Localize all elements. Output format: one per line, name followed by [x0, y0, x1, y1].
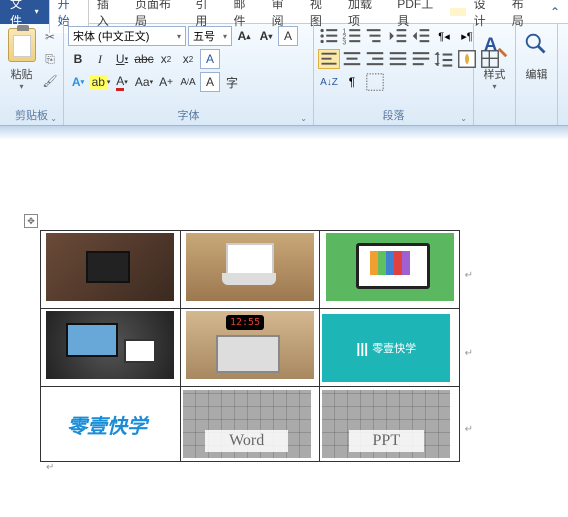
svg-text:3: 3	[342, 39, 346, 46]
font-name-select[interactable]: 宋体 (中文正文)▾	[68, 26, 186, 46]
underline-button[interactable]: U▾	[112, 49, 132, 69]
snap-grid-button[interactable]	[364, 72, 386, 92]
cell-keyboard-word[interactable]: Word	[183, 390, 311, 458]
align-right-button[interactable]	[364, 49, 386, 69]
svg-text:A: A	[483, 34, 497, 55]
group-styles: A 样式 ▾ .	[474, 24, 516, 125]
ribbon: 粘贴 ▾ ✂ ⎘ 🖌 剪贴板 宋体 (中文正文)▾ 五号▾ A▴ A▾ A B …	[0, 24, 568, 126]
paragraph-mark: ↵	[46, 462, 568, 473]
tab-file[interactable]: 文件 ▾	[0, 0, 49, 24]
align-center-button[interactable]	[341, 49, 363, 69]
group-label-paragraph: 段落	[318, 105, 469, 125]
shrink-font-button[interactable]: A▾	[256, 26, 276, 46]
copy-button[interactable]: ⎘	[41, 50, 59, 68]
table-row[interactable]: 零壹快学↵	[41, 309, 460, 387]
context-tab-group	[450, 8, 466, 16]
distribute-button[interactable]	[410, 49, 432, 69]
editing-label: 编辑	[526, 66, 548, 82]
numbering-button[interactable]: 123	[341, 26, 363, 46]
cut-button[interactable]: ✂	[41, 28, 59, 46]
tab-bar: 文件 ▾ 开始 插入 页面布局 引用 邮件 审阅 视图 加载项 PDF工具 设计…	[0, 0, 568, 24]
cell-logo-teal[interactable]: 零壹快学	[322, 314, 450, 382]
cell-image[interactable]	[186, 233, 314, 301]
multilevel-list-button[interactable]	[364, 26, 386, 46]
cell-image[interactable]	[46, 233, 174, 301]
group-editing: 编辑 .	[516, 24, 558, 125]
enclose-char-button[interactable]: A+	[156, 72, 176, 92]
table-row[interactable]: 零壹快学 Word PPT↵	[41, 387, 460, 462]
decrease-indent-button[interactable]	[387, 26, 409, 46]
paste-button[interactable]: 粘贴 ▾	[4, 26, 39, 91]
font-color-button[interactable]: A▾	[112, 72, 132, 92]
line-spacing-button[interactable]	[433, 49, 455, 69]
phonetic-guide-button[interactable]: A/A	[178, 72, 198, 92]
char-shading-button[interactable]: Aa▾	[134, 72, 154, 92]
bold-button[interactable]: B	[68, 49, 88, 69]
styles-label: 样式	[484, 66, 506, 82]
ltr-button[interactable]: ¶◂	[433, 26, 455, 46]
strikethrough-button[interactable]: abc	[134, 49, 154, 69]
ribbon-collapse[interactable]: ⌃	[542, 1, 568, 23]
document-table[interactable]: ↵ 零壹快学↵ 零壹快学 Word PPT↵	[40, 230, 460, 462]
align-left-button[interactable]	[318, 49, 340, 69]
bullets-button[interactable]	[318, 26, 340, 46]
table-move-handle[interactable]: ✥	[24, 214, 38, 228]
group-label-clipboard: 剪贴板	[4, 105, 59, 125]
cell-image[interactable]	[46, 311, 174, 379]
clipboard-icon	[8, 28, 36, 62]
italic-button[interactable]: I	[90, 49, 110, 69]
sort-button[interactable]: A↓Z	[318, 72, 340, 92]
styles-icon[interactable]: A	[480, 30, 510, 60]
change-case-button[interactable]: A	[278, 26, 298, 46]
document-area[interactable]: ✥ ↵ 零壹快学↵ 零壹快学 Word PPT↵ ↵	[0, 140, 568, 473]
cell-image[interactable]	[326, 233, 454, 301]
group-font: 宋体 (中文正文)▾ 五号▾ A▴ A▾ A B I U▾ abc x2 x2 …	[64, 24, 314, 125]
table-row[interactable]: ↵	[41, 231, 460, 309]
cell-text-blue[interactable]: 零壹快学	[43, 390, 171, 458]
group-label-font: 字体	[68, 105, 309, 125]
group-paragraph: 123 ¶◂ ▸¶ A↓Z ¶	[314, 24, 474, 125]
clear-format-button[interactable]: A	[200, 49, 220, 69]
paste-label: 粘贴	[11, 66, 33, 82]
char-border-button[interactable]: A	[200, 72, 220, 92]
text-effects-button[interactable]: A▾	[68, 72, 88, 92]
grow-font-button[interactable]: A▴	[234, 26, 254, 46]
justify-button[interactable]	[387, 49, 409, 69]
format-painter-button[interactable]: 🖌	[41, 72, 59, 90]
font-size-select[interactable]: 五号▾	[188, 26, 232, 46]
find-icon[interactable]	[522, 30, 552, 60]
highlight-button[interactable]: ab▾	[90, 72, 110, 92]
circle-char-button[interactable]: 字	[222, 72, 242, 92]
superscript-button[interactable]: x2	[178, 49, 198, 69]
subscript-button[interactable]: x2	[156, 49, 176, 69]
increase-indent-button[interactable]	[410, 26, 432, 46]
show-marks-button[interactable]: ¶	[341, 72, 363, 92]
group-clipboard: 粘贴 ▾ ✂ ⎘ 🖌 剪贴板	[0, 24, 64, 125]
cell-keyboard-ppt[interactable]: PPT	[322, 390, 450, 458]
cell-image[interactable]	[186, 311, 314, 379]
